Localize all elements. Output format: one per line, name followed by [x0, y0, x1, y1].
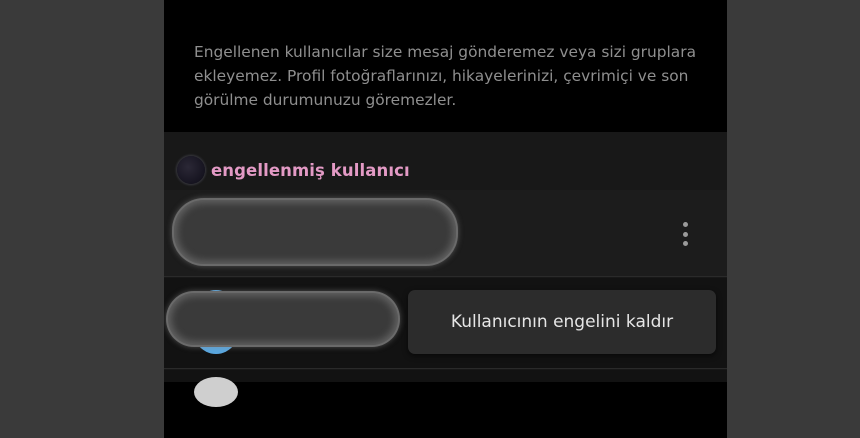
- redacted-user-info: [168, 293, 398, 345]
- avatar: [194, 377, 238, 407]
- list-item[interactable]: [164, 190, 727, 277]
- unblock-user-label: Kullanıcının engelini kaldır: [450, 312, 674, 332]
- phone-screen: Engellenen kullanıcılar size mesaj gönde…: [164, 0, 727, 438]
- unblock-user-menu-item[interactable]: Kullanıcının engelini kaldır: [408, 290, 716, 354]
- blocked-users-description: Engellenen kullanıcılar size mesaj gönde…: [194, 43, 696, 109]
- avatar: [177, 156, 205, 184]
- more-vertical-icon[interactable]: [677, 222, 693, 246]
- list-item[interactable]: [164, 370, 727, 407]
- blocked-section-header: engellenmiş kullanıcı: [177, 156, 410, 184]
- blocked-count-label: engellenmiş kullanıcı: [211, 160, 410, 180]
- redacted-user-info: [174, 200, 456, 264]
- list-item[interactable]: Kullanıcının engelini kaldır: [164, 278, 727, 369]
